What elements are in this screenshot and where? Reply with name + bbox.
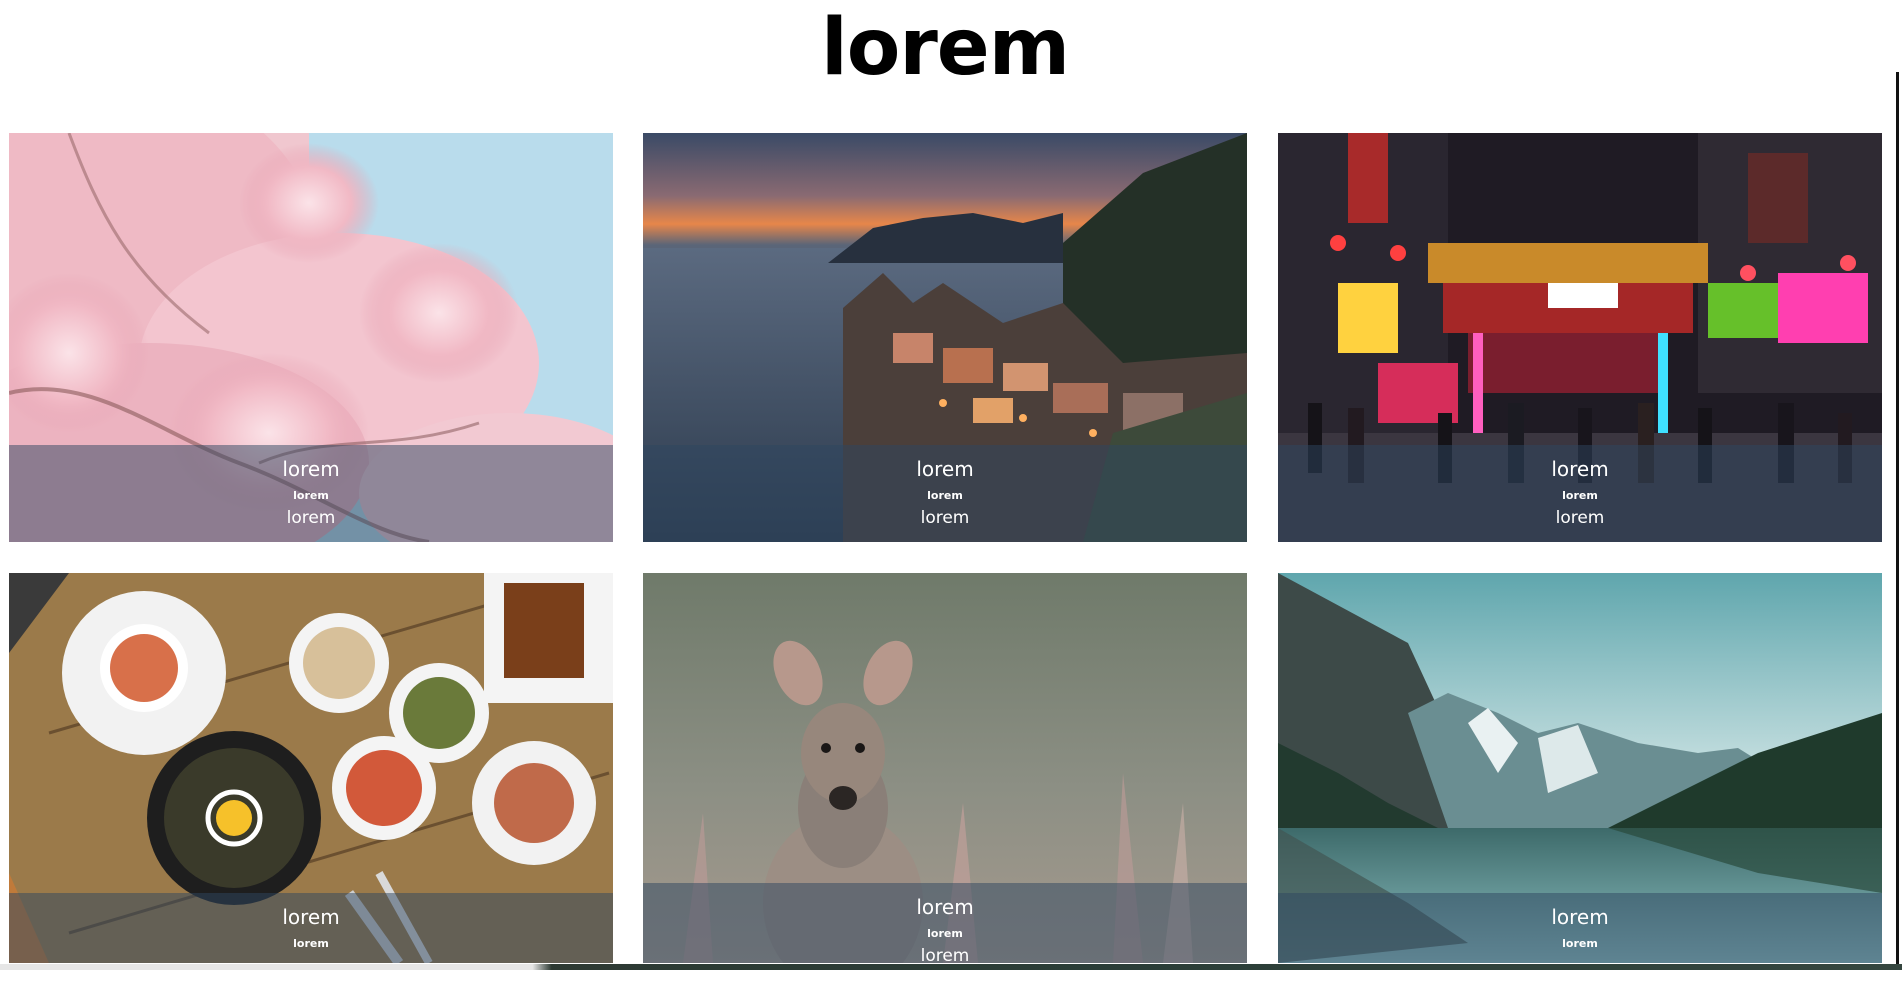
next-row-preview xyxy=(0,964,1902,970)
card-subtitle: lorem xyxy=(927,927,963,940)
card-subtitle: lorem xyxy=(1562,937,1598,950)
card-caption: lorem lorem lorem xyxy=(1278,445,1882,542)
gallery-page: lorem lorem lorem lorem lorem lorem lore… xyxy=(0,0,1902,986)
gallery-card-3[interactable]: lorem lorem lorem xyxy=(1278,133,1882,542)
card-text: lorem xyxy=(1555,508,1605,528)
card-caption: lorem lorem lorem xyxy=(643,445,1247,542)
card-title: lorem xyxy=(282,457,340,481)
gallery-card-5[interactable]: lorem lorem lorem xyxy=(643,573,1247,963)
gallery-card-2[interactable]: lorem lorem lorem xyxy=(643,133,1247,542)
card-title: lorem xyxy=(916,457,974,481)
card-text: lorem xyxy=(920,946,970,963)
card-subtitle: lorem xyxy=(293,937,329,950)
gallery-card-6[interactable]: lorem lorem xyxy=(1278,573,1882,963)
card-subtitle: lorem xyxy=(293,489,329,502)
gallery-card-4[interactable]: lorem lorem xyxy=(9,573,613,963)
page-edge-divider xyxy=(1896,72,1899,968)
card-caption: lorem lorem lorem xyxy=(643,883,1247,963)
card-caption: lorem lorem lorem xyxy=(9,445,613,542)
card-title: lorem xyxy=(1551,905,1609,929)
card-caption: lorem lorem xyxy=(1278,893,1882,963)
card-title: lorem xyxy=(1551,457,1609,481)
card-subtitle: lorem xyxy=(927,489,963,502)
page-title: lorem xyxy=(821,3,1070,93)
card-caption: lorem lorem xyxy=(9,893,613,963)
card-text: lorem xyxy=(920,508,970,528)
card-text: lorem xyxy=(286,508,336,528)
card-title: lorem xyxy=(916,895,974,919)
gallery-card-1[interactable]: lorem lorem lorem xyxy=(9,133,613,542)
card-subtitle: lorem xyxy=(1562,489,1598,502)
card-title: lorem xyxy=(282,905,340,929)
